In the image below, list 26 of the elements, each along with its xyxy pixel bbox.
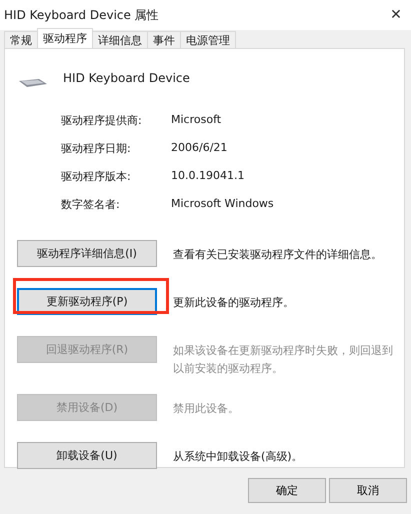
tab[interactable]: 常规 bbox=[4, 31, 38, 48]
device-name: HID Keyboard Device bbox=[63, 71, 190, 85]
dialog-button[interactable]: 确定 bbox=[248, 478, 326, 503]
action-button[interactable]: 驱动程序详细信息(I) bbox=[17, 240, 157, 267]
keyboard-icon bbox=[19, 79, 47, 87]
action-description: 如果该设备在更新驱动程序时失败，则回退到以前安装的驱动程序。 bbox=[173, 343, 393, 377]
close-button[interactable]: ✕ bbox=[381, 7, 411, 23]
property-value: 2006/6/21 bbox=[171, 141, 228, 156]
tab[interactable]: 事件 bbox=[147, 31, 181, 48]
property-label: 驱动程序版本: bbox=[61, 169, 132, 184]
property-label: 驱动程序提供商: bbox=[61, 113, 143, 128]
property-value: 10.0.19041.1 bbox=[171, 169, 246, 184]
action-description: 更新此设备的驱动程序。 bbox=[173, 295, 295, 311]
tab[interactable]: 详细信息 bbox=[92, 31, 148, 48]
property-value: Microsoft Windows bbox=[171, 197, 275, 212]
property-value: Microsoft bbox=[171, 113, 222, 128]
tab[interactable]: 驱动程序 bbox=[37, 28, 93, 48]
dialog-button[interactable]: 取消 bbox=[329, 478, 407, 503]
property-label: 驱动程序日期: bbox=[61, 141, 132, 156]
action-button[interactable]: 卸载设备(U) bbox=[17, 442, 157, 469]
action-description: 禁用此设备。 bbox=[173, 401, 240, 417]
action-description: 从系统中卸载设备(高级)。 bbox=[173, 449, 304, 465]
window-title: HID Keyboard Device 属性 bbox=[4, 6, 159, 24]
property-label: 数字签名者: bbox=[61, 197, 121, 212]
action-description: 查看有关已安装驱动程序文件的详细信息。 bbox=[173, 247, 383, 263]
tab[interactable]: 电源管理 bbox=[180, 31, 236, 48]
